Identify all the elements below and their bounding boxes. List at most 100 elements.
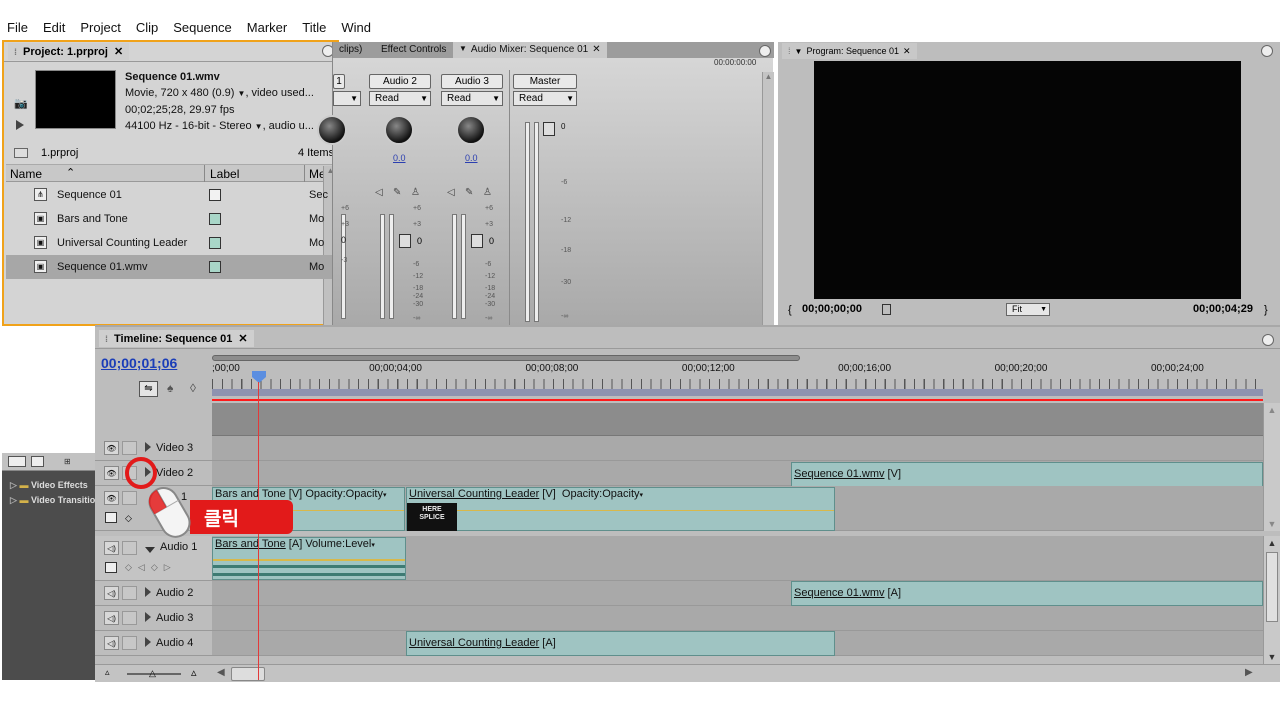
label-swatch[interactable] bbox=[209, 261, 221, 273]
lock-toggle[interactable] bbox=[122, 611, 137, 625]
expand-track-icon[interactable] bbox=[145, 636, 151, 650]
menu-marker[interactable]: Marker bbox=[240, 20, 295, 35]
speaker-icon[interactable]: ◁) bbox=[104, 636, 119, 650]
clip-universal-counting-leader-audio[interactable]: Universal Counting Leader [A] bbox=[406, 631, 835, 656]
zoom-out-icon[interactable]: ▵ bbox=[105, 667, 110, 678]
clip-sequence-01-video[interactable]: Sequence 01.wmv [V] bbox=[791, 462, 1263, 487]
scroll-right-icon[interactable]: ▶ bbox=[1245, 667, 1253, 678]
record-icon[interactable]: ♙ bbox=[411, 187, 420, 198]
channel-2-mode[interactable]: Read ▼ bbox=[369, 91, 431, 106]
menu-title[interactable]: Title bbox=[295, 20, 334, 35]
clip-bars-and-tone-audio[interactable]: Bars and Tone [A] Volume:Level▾ bbox=[212, 537, 406, 580]
close-icon[interactable]: ✕ bbox=[592, 44, 600, 56]
sort-ascending-icon[interactable]: ⌃ bbox=[66, 166, 75, 179]
expand-track-icon[interactable] bbox=[145, 611, 151, 625]
close-icon[interactable]: ✕ bbox=[238, 332, 247, 345]
effects-item-video-effects[interactable]: ▷ ▬ Video Effects bbox=[10, 480, 88, 491]
tab-clips[interactable]: clips) bbox=[339, 44, 362, 55]
add-marker-icon[interactable]: ◊ bbox=[190, 381, 196, 395]
audio-scroll-thumb[interactable] bbox=[1266, 552, 1278, 622]
project-item[interactable]: ⋔ Sequence 01 Sec bbox=[6, 183, 339, 207]
close-icon[interactable]: ✕ bbox=[903, 46, 911, 57]
label-swatch[interactable] bbox=[209, 213, 221, 225]
list-view-icon[interactable] bbox=[8, 456, 26, 467]
eye-icon[interactable]: 👁 bbox=[104, 441, 119, 455]
menu-file[interactable]: File bbox=[0, 20, 36, 35]
lock-toggle[interactable] bbox=[122, 586, 137, 600]
opacity-dropdown[interactable]: Opacity:Opacity▾ bbox=[305, 488, 386, 500]
close-icon[interactable]: ✕ bbox=[114, 45, 123, 58]
dropdown-icon[interactable]: ▼ bbox=[459, 44, 467, 56]
pan-knob-2[interactable] bbox=[384, 115, 414, 145]
panel-menu-button[interactable] bbox=[1261, 45, 1273, 57]
menu-edit[interactable]: Edit bbox=[36, 20, 73, 35]
track-audio-3[interactable] bbox=[212, 606, 1263, 631]
tab-effect-controls[interactable]: Effect Controls bbox=[381, 44, 446, 55]
pan-knob-1[interactable] bbox=[317, 115, 347, 145]
display-style-icon[interactable] bbox=[105, 512, 117, 523]
lock-toggle[interactable] bbox=[122, 636, 137, 650]
project-tab[interactable]: ⁞ Project: 1.prproj ✕ bbox=[8, 43, 130, 60]
channel-3-mode[interactable]: Read ▼ bbox=[441, 91, 503, 106]
project-item[interactable]: ▣ Bars and Tone Mo bbox=[6, 207, 339, 231]
expand-icon[interactable]: ▷ bbox=[10, 480, 17, 490]
mute-icon[interactable]: ◁ bbox=[375, 187, 383, 198]
project-item[interactable]: ▣ Universal Counting Leader Mo bbox=[6, 231, 339, 255]
solo-icon[interactable]: ✎ bbox=[465, 187, 473, 198]
pan-knob-3[interactable] bbox=[456, 115, 486, 145]
program-timecode-current[interactable]: 00;00;00;00 bbox=[802, 303, 862, 315]
zoom-fit-dropdown[interactable]: Fit ▼ bbox=[1006, 303, 1050, 316]
scroll-down-icon[interactable]: ▼ bbox=[1264, 519, 1280, 529]
time-ruler[interactable]: ;00;00 00;00;04;00 00;00;08;00 00;00;12;00 0… bbox=[212, 355, 1263, 403]
scroll-up-icon[interactable]: ▲ bbox=[763, 72, 774, 81]
menu-project[interactable]: Project bbox=[73, 20, 128, 35]
dropdown-icon[interactable]: ▼ bbox=[795, 47, 803, 56]
set-encore-marker-icon[interactable]: ♠ bbox=[167, 381, 173, 395]
zoom-slider-thumb[interactable]: △ bbox=[149, 668, 156, 679]
bin-up-icon[interactable] bbox=[14, 148, 28, 158]
scroll-up-icon[interactable]: ▲ bbox=[1264, 538, 1280, 548]
tab-audio-mixer[interactable]: ▼ Audio Mixer: Sequence 01 ✕ bbox=[453, 42, 607, 58]
speaker-icon[interactable]: ◁) bbox=[104, 611, 119, 625]
column-name[interactable]: Name bbox=[10, 167, 42, 181]
effects-item-video-transitions[interactable]: ▷ ▬ Video Transitions bbox=[10, 495, 106, 506]
speaker-icon[interactable]: ◁) bbox=[104, 541, 119, 555]
audio-display-icon[interactable] bbox=[105, 562, 117, 573]
pan-value-2[interactable]: 0.0 bbox=[393, 153, 406, 163]
project-item[interactable]: ▣ Sequence 01.wmv Mo bbox=[6, 255, 339, 279]
record-icon[interactable]: ♙ bbox=[483, 187, 492, 198]
channel-audio-2-button[interactable]: Audio 2 bbox=[369, 74, 431, 89]
clip-universal-counting-leader-video[interactable]: Universal Counting Leader [V] Opacity:Op… bbox=[406, 487, 835, 531]
keyframe-icon[interactable]: ◇ bbox=[125, 513, 132, 524]
volume-dropdown[interactable]: Volume:Level▾ bbox=[305, 538, 375, 550]
chevron-left-icon[interactable]: { bbox=[788, 304, 792, 316]
icon-view-icon[interactable] bbox=[31, 456, 44, 467]
video-tracks-scrollbar[interactable]: ▲ ▼ bbox=[1263, 403, 1280, 531]
track-video-3[interactable] bbox=[212, 436, 1263, 461]
opacity-dropdown[interactable]: Opacity:Opacity▾ bbox=[562, 488, 643, 500]
expand-track-icon[interactable] bbox=[145, 441, 151, 455]
eye-icon[interactable]: 👁 bbox=[104, 491, 119, 505]
expand-track-icon[interactable] bbox=[145, 586, 151, 600]
poster-frame-icon[interactable]: 📷 bbox=[14, 97, 28, 110]
master-mode[interactable]: Read ▼ bbox=[513, 91, 577, 106]
program-viewer[interactable] bbox=[814, 61, 1241, 299]
timeline-timecode[interactable]: 00;00;01;06 bbox=[101, 355, 177, 371]
timeline-tab[interactable]: ⁞ Timeline: Sequence 01 ✕ bbox=[99, 330, 254, 347]
scroll-left-icon[interactable]: ◀ bbox=[217, 667, 225, 678]
label-swatch[interactable] bbox=[209, 189, 221, 201]
pan-value-3[interactable]: 0.0 bbox=[465, 153, 478, 163]
channel-audio-3-button[interactable]: Audio 3 bbox=[441, 74, 503, 89]
menu-sequence[interactable]: Sequence bbox=[166, 20, 240, 35]
master-button[interactable]: Master bbox=[513, 74, 577, 89]
marker-icon[interactable] bbox=[882, 304, 891, 315]
program-tab[interactable]: ⁞ ▼ Program: Sequence 01 ✕ bbox=[782, 43, 917, 59]
mute-icon[interactable]: ◁ bbox=[447, 187, 455, 198]
chevron-right-icon[interactable]: } bbox=[1264, 304, 1268, 316]
lock-toggle[interactable] bbox=[122, 441, 137, 455]
scroll-up-icon[interactable]: ▲ bbox=[1264, 405, 1280, 415]
mixer-scrollbar[interactable]: ▲ bbox=[762, 72, 774, 325]
lock-toggle[interactable] bbox=[122, 491, 137, 505]
lock-toggle[interactable] bbox=[122, 541, 137, 555]
menu-window[interactable]: Wind bbox=[334, 20, 379, 35]
